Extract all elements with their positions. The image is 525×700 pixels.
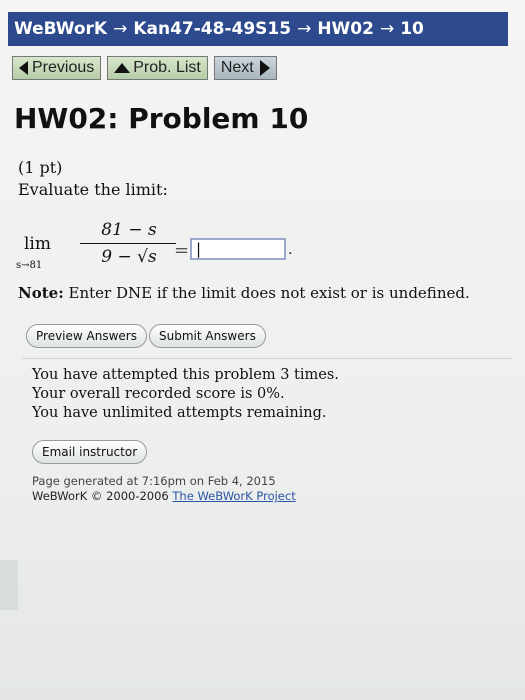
breadcrumb-set[interactable]: HW02	[317, 19, 374, 39]
breadcrumb-webwork[interactable]: WeBWorK	[14, 19, 107, 39]
footer: Page generated at 7:16pm on Feb 4, 2015 …	[32, 474, 512, 504]
problem-list-button[interactable]: Prob. List	[107, 56, 208, 80]
preview-answers-button[interactable]: Preview Answers	[26, 324, 147, 348]
breadcrumb-arrow-icon: →	[113, 19, 128, 39]
problem-points: (1 pt)	[18, 158, 63, 177]
breadcrumb: WeBWorK → Kan47-48-49S15 → HW02 → 10	[8, 12, 508, 46]
arrow-left-icon	[19, 61, 28, 75]
generated-timestamp: Page generated at 7:16pm on Feb 4, 2015	[32, 474, 276, 488]
answer-buttons: Preview Answers Submit Answers	[26, 324, 268, 348]
note-label: Note:	[18, 284, 64, 302]
problem-note: Note: Enter DNE if the limit does not ex…	[18, 284, 470, 302]
lim-label: lim	[24, 234, 51, 254]
page: WeBWorK → Kan47-48-49S15 → HW02 → 10 Pre…	[0, 0, 525, 700]
submit-answers-button[interactable]: Submit Answers	[148, 324, 266, 348]
copyright-line: WeBWorK © 2000-2006 The WeBWorK Project	[32, 489, 512, 504]
email-instructor-button[interactable]: Email instructor	[32, 440, 148, 464]
answer-input[interactable]: |	[190, 238, 286, 260]
breadcrumb-course[interactable]: Kan47-48-49S15	[133, 19, 291, 39]
fraction-bar	[80, 243, 176, 244]
arrow-up-icon	[114, 63, 131, 73]
numerator: 81 − s	[101, 220, 157, 240]
email-row: Email instructor	[32, 440, 149, 464]
arrow-right-icon	[259, 60, 270, 76]
remaining-text: You have unlimited attempts remaining.	[32, 405, 327, 421]
fraction: 81 − s 9 − √s	[80, 220, 178, 267]
page-title: HW02: Problem 10	[14, 102, 309, 135]
problem-body: (1 pt) Evaluate the limit: lim s→81 81 −…	[14, 158, 514, 318]
score-text: Your overall recorded score is 0%.	[32, 386, 285, 402]
period: .	[288, 242, 293, 258]
denominator: 9 − √s	[101, 247, 157, 267]
problem-nav: Previous Prob. List Next	[12, 56, 277, 80]
scroll-edge	[0, 560, 18, 610]
next-label: Next	[220, 59, 254, 76]
previous-label: Previous	[32, 59, 95, 76]
breadcrumb-arrow-icon: →	[379, 19, 395, 39]
problem-list-label: Prob. List	[133, 59, 201, 76]
problem-prompt: Evaluate the limit:	[18, 180, 168, 199]
attempt-status: You have attempted this problem 3 times.…	[32, 366, 512, 423]
attempts-text: You have attempted this problem 3 times.	[32, 367, 339, 383]
copyright-text: WeBWorK © 2000-2006	[32, 489, 173, 503]
limit-expression: lim s→81 81 − s 9 − √s = | .	[14, 220, 514, 290]
breadcrumb-problem: 10	[400, 19, 424, 39]
previous-button[interactable]: Previous	[12, 56, 102, 80]
note-text: Enter DNE if the limit does not exist or…	[63, 284, 470, 302]
breadcrumb-arrow-icon: →	[297, 19, 312, 39]
equals-sign: =	[174, 240, 190, 261]
webwork-project-link[interactable]: The WeBWorK Project	[172, 489, 295, 503]
lim-subscript: s→81	[16, 260, 43, 271]
next-button[interactable]: Next	[213, 56, 277, 80]
divider	[22, 358, 512, 359]
